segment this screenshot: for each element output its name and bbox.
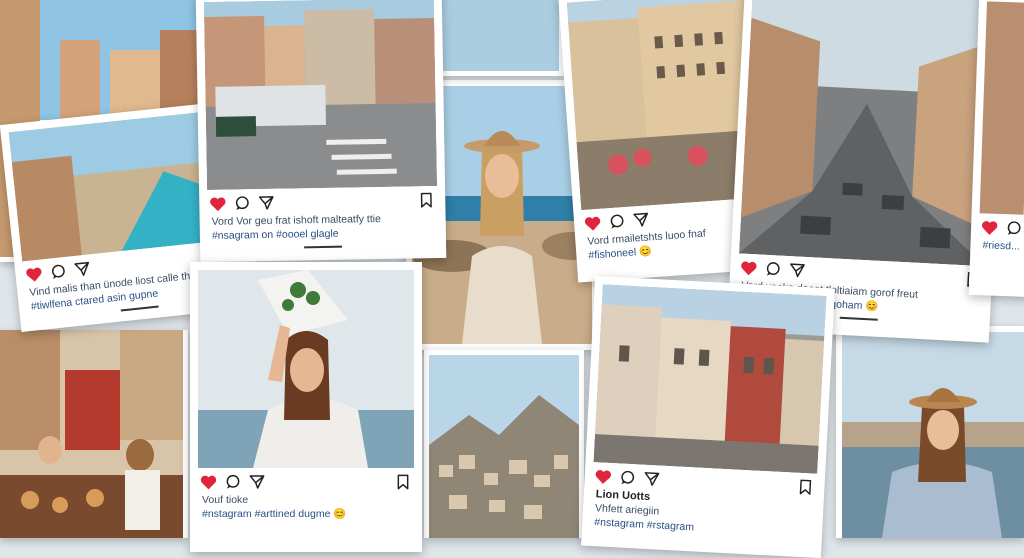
- post-actions-5: [979, 213, 1024, 239]
- heart-icon[interactable]: [584, 215, 602, 231]
- photo-sky-strip: [436, 0, 564, 76]
- comment-icon[interactable]: [1006, 220, 1023, 237]
- bookmark-icon[interactable]: [798, 479, 813, 496]
- heart-icon[interactable]: [981, 220, 999, 236]
- post-card-6: Vouf tioke #nstagram #arttined dugme 😊: [190, 262, 422, 552]
- post-photo-5: [979, 1, 1024, 215]
- post-card-7: Lion Uotts Vhfett ariegiin #nstagram #rs…: [581, 275, 835, 558]
- share-icon[interactable]: [643, 471, 660, 488]
- heart-icon[interactable]: [200, 475, 217, 490]
- post-caption-5b: #riesd...: [982, 239, 1021, 253]
- share-icon[interactable]: [633, 211, 650, 228]
- share-icon[interactable]: [249, 474, 265, 490]
- bookmark-icon[interactable]: [419, 192, 433, 208]
- post-card-2: Vord Vor geu frat ishoft malteatfy ttie …: [195, 0, 447, 263]
- heart-icon[interactable]: [740, 260, 758, 276]
- post-photo-6: [198, 270, 414, 468]
- post-photo-4: [738, 0, 999, 267]
- post-divider-1: [120, 305, 159, 312]
- comment-icon[interactable]: [225, 474, 241, 490]
- share-icon[interactable]: [789, 262, 806, 279]
- post-actions-6: [198, 468, 414, 492]
- post-card-5: #riesd...: [968, 0, 1024, 297]
- post-caption-6b: #nstagram #arttined dugme 😊: [202, 508, 347, 520]
- share-icon[interactable]: [258, 195, 274, 211]
- heart-icon[interactable]: [25, 266, 43, 283]
- post-divider-4: [839, 316, 878, 321]
- heart-icon[interactable]: [209, 196, 226, 211]
- comment-icon[interactable]: [609, 213, 626, 230]
- heart-icon[interactable]: [594, 469, 612, 485]
- photo-dining-street: [0, 330, 188, 538]
- photo-hillside-town: [424, 350, 584, 538]
- post-photo-2: [203, 0, 438, 190]
- post-divider-2: [304, 245, 343, 249]
- share-icon[interactable]: [74, 260, 92, 278]
- photo-riverside-woman: [836, 326, 1024, 538]
- comment-icon[interactable]: [234, 195, 250, 211]
- comment-icon[interactable]: [619, 469, 636, 486]
- comment-icon[interactable]: [50, 263, 68, 281]
- post-caption-6a: Vouf tioke: [202, 494, 249, 506]
- post-photo-7: [593, 284, 827, 474]
- comment-icon[interactable]: [765, 261, 782, 278]
- bookmark-icon[interactable]: [396, 474, 410, 490]
- post-photo-3: [566, 0, 761, 211]
